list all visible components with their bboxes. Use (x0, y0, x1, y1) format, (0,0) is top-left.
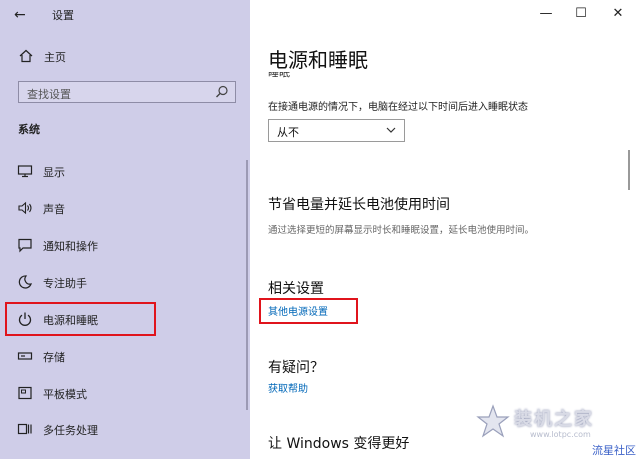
sidebar-item-notifications[interactable]: 通知和操作 (0, 231, 248, 259)
sleep-time-dropdown[interactable]: 从不 (268, 119, 405, 142)
sleep-description: 在接通电源的情况下，电脑在经过以下时间后进入睡眠状态 (268, 102, 528, 113)
sidebar-item-multitasking[interactable]: 多任务处理 (0, 415, 248, 443)
monitor-icon (17, 165, 33, 178)
sidebar-item-label: 专注助手 (43, 277, 87, 290)
watermark-corner-text: 流星社区 (590, 442, 638, 458)
sidebar-item-label: 显示 (43, 166, 65, 179)
sidebar-scrollbar[interactable] (246, 160, 248, 410)
sidebar-item-display[interactable]: 显示 (0, 157, 248, 185)
app-title: 设置 (52, 9, 74, 22)
notification-icon (18, 238, 32, 253)
sleep-subheading: 睡眠 (268, 72, 328, 78)
battery-text: 通过选择更短的屏幕显示时长和睡眠设置，延长电池使用时间。 (268, 225, 535, 236)
watermark-url: www.lotpc.com (530, 430, 591, 439)
link-highlight (259, 298, 358, 324)
home-icon (19, 49, 33, 63)
main-content: — ☐ ✕ 电源和睡眠 睡眠 在接通电源的情况下，电脑在经过以下时间后进入睡眠状… (250, 0, 640, 459)
sidebar-item-home[interactable]: 主页 (0, 46, 250, 68)
chevron-down-icon (386, 127, 396, 133)
sidebar-item-tablet-mode[interactable]: 平板模式 (0, 379, 248, 407)
sidebar-item-storage[interactable]: 存储 (0, 342, 248, 370)
sidebar: ← 设置 主页 查找设置 系统 显示 声音 通知和操作 专注助手 电源和睡眠 存… (0, 0, 250, 459)
related-settings-heading: 相关设置 (268, 281, 324, 297)
dropdown-value: 从不 (277, 126, 299, 139)
get-help-link[interactable]: 获取帮助 (268, 380, 308, 395)
speaker-icon (18, 201, 32, 215)
close-button[interactable]: ✕ (596, 0, 640, 30)
watermark-brand: 装机之家 (514, 409, 594, 430)
star-logo-icon (476, 404, 510, 438)
questions-heading: 有疑问？ (268, 360, 324, 376)
multitask-icon (17, 423, 32, 435)
storage-icon (17, 352, 33, 360)
battery-heading: 节省电量并延长电池使用时间 (268, 197, 450, 213)
section-title: 系统 (18, 123, 40, 136)
settings-window: ← 设置 主页 查找设置 系统 显示 声音 通知和操作 专注助手 电源和睡眠 存… (0, 0, 640, 459)
content-scrollbar[interactable] (628, 150, 630, 190)
back-arrow-icon[interactable]: ← (14, 6, 32, 24)
search-icon[interactable] (215, 85, 229, 99)
sidebar-item-label: 存储 (43, 351, 65, 364)
sidebar-item-sound[interactable]: 声音 (0, 194, 248, 222)
sleep-subheading-text: 睡眠 (268, 72, 290, 78)
page-title: 电源和睡眠 (268, 48, 368, 72)
watermark: 装机之家 www.lotpc.com 流星社区 (472, 400, 640, 459)
sidebar-item-label: 声音 (43, 203, 65, 216)
moon-icon (18, 275, 32, 289)
tablet-icon (18, 386, 32, 400)
search-input[interactable]: 查找设置 (18, 81, 236, 103)
sidebar-item-label: 平板模式 (43, 388, 87, 401)
sidebar-item-label: 通知和操作 (43, 240, 98, 253)
sidebar-item-label: 主页 (44, 51, 66, 64)
search-placeholder: 查找设置 (27, 88, 71, 101)
improve-windows-heading: 让 Windows 变得更好 (268, 436, 410, 452)
sidebar-item-label: 多任务处理 (43, 424, 98, 437)
title-bar: ← 设置 (0, 0, 250, 30)
sidebar-item-focus-assist[interactable]: 专注助手 (0, 268, 248, 296)
selected-item-highlight (5, 302, 156, 336)
